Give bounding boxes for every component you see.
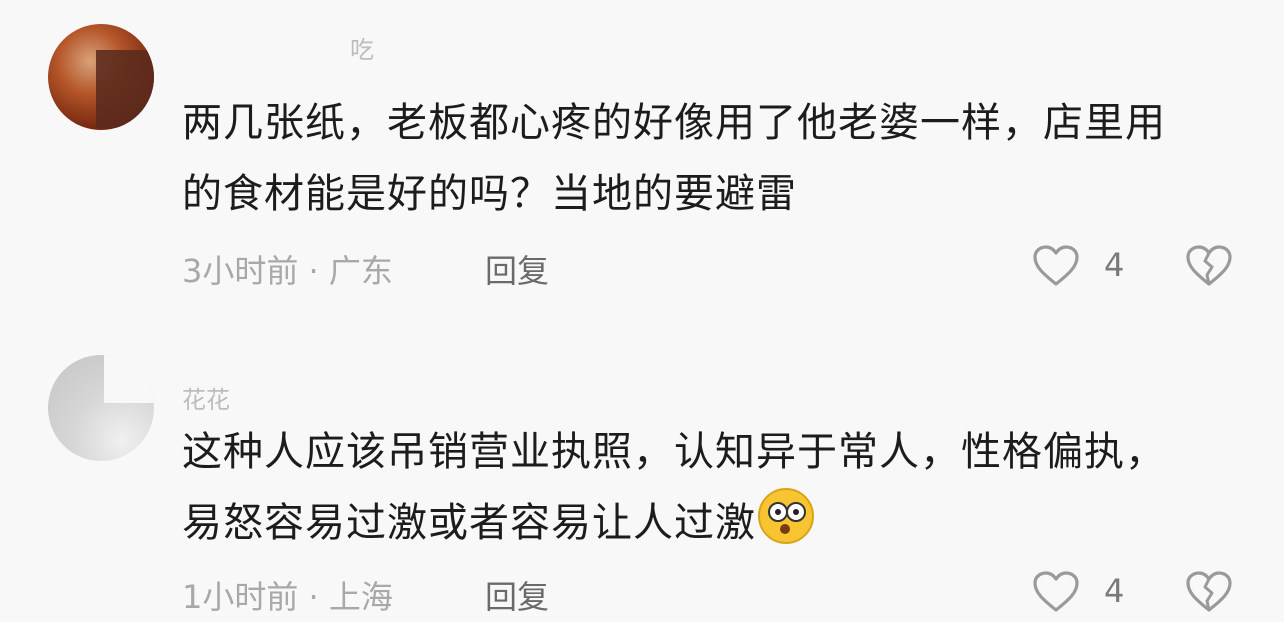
broken-heart-outline-icon bbox=[1186, 571, 1232, 612]
reply-button[interactable]: 回复 bbox=[485, 246, 549, 292]
comment-text-body: 这种人应该吊销营业执照，认知异于常人，性格偏执，易怒容易过激或者容易让人过激 bbox=[182, 429, 1166, 546]
dislike-button[interactable] bbox=[1185, 244, 1233, 296]
dislike-button[interactable] bbox=[1185, 570, 1233, 622]
like-count: 4 bbox=[1104, 246, 1125, 284]
comment-text: 两几张纸，老板都心疼的好像用了他老婆一样，店里用的食材能是好的吗？当地的要避雷 bbox=[182, 100, 1166, 217]
like-button[interactable] bbox=[1032, 570, 1080, 622]
broken-heart-outline-icon bbox=[1186, 245, 1232, 286]
avatar-blur bbox=[96, 50, 154, 128]
avatar[interactable] bbox=[48, 24, 154, 130]
like-button[interactable] bbox=[1032, 244, 1080, 296]
username[interactable]: 花花 bbox=[182, 380, 230, 415]
comment-meta: 3小时前 · 广东 回复 4 bbox=[182, 245, 1262, 290]
avatar[interactable] bbox=[48, 355, 154, 461]
comment-meta: 1小时前 · 上海 回复 4 bbox=[182, 571, 1262, 616]
like-count: 4 bbox=[1104, 572, 1125, 610]
username[interactable]: 吃 bbox=[350, 30, 374, 65]
comment-text: 这种人应该吊销营业执照，认知异于常人，性格偏执，易怒容易过激或者容易让人过激 bbox=[182, 417, 1202, 559]
heart-outline-icon bbox=[1033, 245, 1079, 286]
reply-button[interactable]: 回复 bbox=[485, 572, 549, 618]
time-location: 3小时前 · 广东 bbox=[182, 252, 393, 290]
avatar-blur bbox=[104, 355, 154, 403]
heart-outline-icon bbox=[1033, 571, 1079, 612]
astonished-face-icon bbox=[758, 488, 814, 544]
time-location: 1小时前 · 上海 bbox=[182, 578, 393, 616]
